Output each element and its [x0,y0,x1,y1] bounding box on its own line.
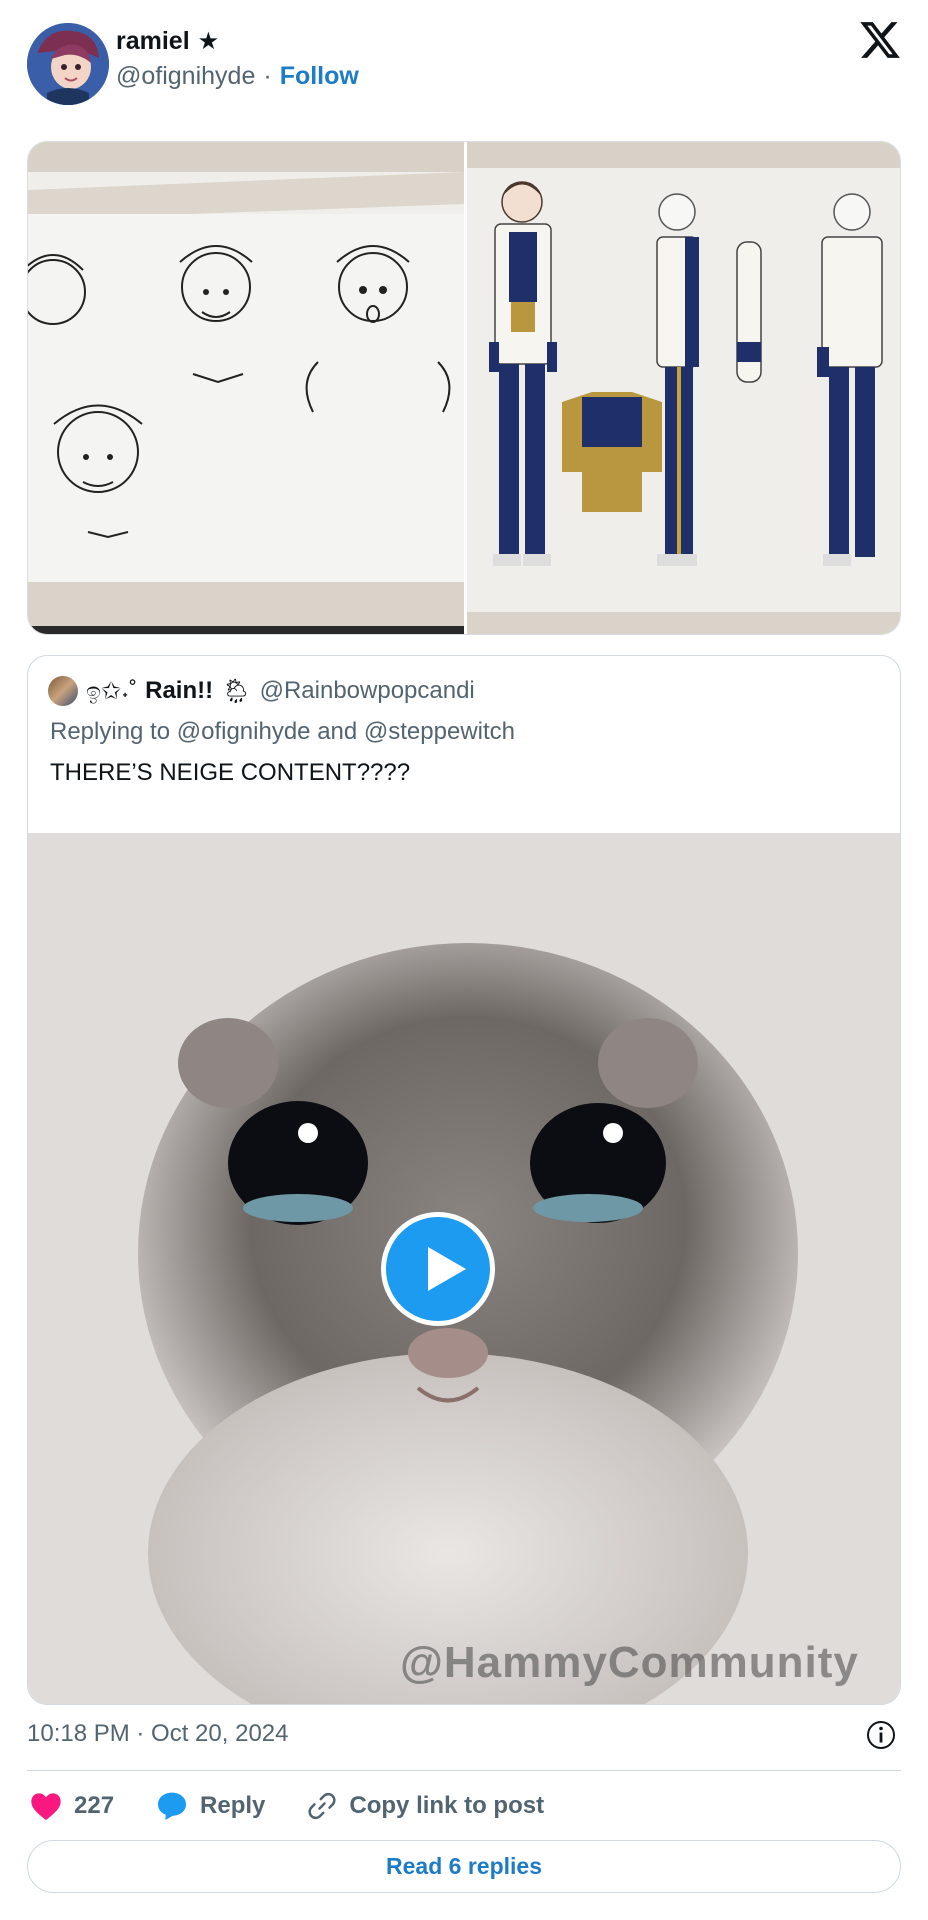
media-grid [27,141,901,635]
author-display-name[interactable]: ramiel [116,27,190,56]
quoted-display-name[interactable]: Rain!! [145,677,213,705]
copy-link-label: Copy link to post [349,1792,545,1819]
link-icon [307,1791,337,1821]
x-logo-icon[interactable] [858,18,902,62]
footer-divider [27,1770,901,1771]
read-replies-button[interactable]: Read 6 replies [27,1840,901,1893]
play-icon[interactable] [381,1212,495,1326]
copy-link-button[interactable]: Copy link to post [307,1791,544,1821]
heart-icon [30,1791,62,1821]
quoted-reply-line: Replying to @ofignihyde and @steppewitch [50,718,515,745]
handle-separator: · [263,62,272,90]
star-icon: ★ [197,28,220,55]
quoted-handle[interactable]: @Rainbowpopcandi [260,677,475,705]
video-watermark: @HammyCommunity [400,1638,859,1687]
author-handle-row: @ofignihyde · Follow [116,62,359,91]
author-handle[interactable]: @ofignihyde [116,62,255,91]
weather-emoji: 🌦 [221,677,252,705]
info-icon[interactable] [866,1720,896,1750]
action-bar: 227 Reply Copy link to post [30,1786,586,1826]
quoted-tweet-header: ඉ✩˖˚ Rain!! 🌦 @Rainbowpopcandi [48,676,475,706]
quoted-author-avatar[interactable] [48,676,78,706]
follow-button[interactable]: Follow [280,62,359,91]
like-count: 227 [74,1792,115,1819]
quoted-tweet-text: THERE’S NEIGE CONTENT???? [50,759,411,786]
media-image-outfit-sheet[interactable] [467,142,900,634]
quoted-tweet[interactable]: ඉ✩˖˚ Rain!! 🌦 @Rainbowpopcandi Replying … [27,655,901,1705]
media-image-expression-sheet[interactable] [28,142,464,634]
reply-bubble-icon [156,1791,188,1821]
tweet-timestamp[interactable]: 10:18 PM · Oct 20, 2024 [27,1720,288,1748]
reply-button[interactable]: Reply [156,1791,265,1821]
author-name-row: ramiel ★ [116,27,219,56]
tweet-card: ramiel ★ @ofignihyde · Follow ඉ✩˖˚ Rain!… [0,0,928,1920]
reply-label: Reply [200,1792,266,1819]
like-button[interactable]: 227 [30,1791,114,1821]
author-avatar[interactable] [27,23,109,105]
quoted-name-prefix: ඉ✩˖˚ [86,677,138,705]
